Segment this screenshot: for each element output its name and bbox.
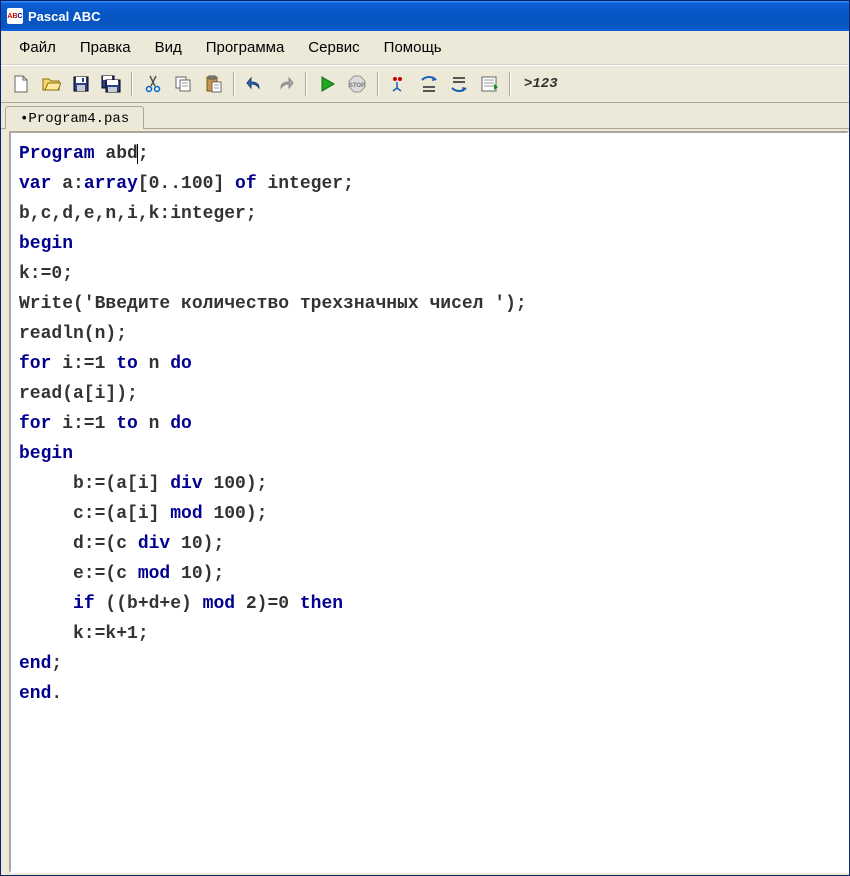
code-keyword: to: [116, 354, 138, 374]
code-keyword: begin: [19, 444, 73, 464]
menu-edit[interactable]: Правка: [70, 37, 141, 58]
code-keyword: begin: [19, 234, 73, 254]
code-text: ((b+d+e): [95, 594, 203, 614]
toolbar: STOP >123: [1, 65, 849, 103]
code-editor[interactable]: Program abd; var a:array[0..100] of inte…: [9, 131, 849, 873]
save-all-button[interactable]: [97, 70, 125, 98]
code-keyword: to: [116, 414, 138, 434]
code-text: i:=1: [51, 414, 116, 434]
code-keyword: var: [19, 174, 51, 194]
code-keyword: do: [170, 354, 192, 374]
undo-button[interactable]: [241, 70, 269, 98]
code-keyword: mod: [203, 594, 235, 614]
code-text: readln(n);: [19, 324, 127, 344]
code-keyword: mod: [138, 564, 170, 584]
code-text: 10);: [170, 564, 224, 584]
code-text: [19, 594, 73, 614]
code-keyword: end: [19, 654, 51, 674]
code-keyword: mod: [170, 504, 202, 524]
code-text: [0..100]: [138, 174, 235, 194]
breakpoint-button[interactable]: [475, 70, 503, 98]
cut-button[interactable]: [139, 70, 167, 98]
copy-button[interactable]: [169, 70, 197, 98]
code-keyword: then: [300, 594, 343, 614]
code-text: 10);: [170, 534, 224, 554]
code-text: b:=(a[i]: [19, 474, 170, 494]
code-text: k:=k+1;: [19, 624, 149, 644]
code-text: Write('Введите количество трехзначных чи…: [19, 294, 527, 314]
code-keyword: of: [235, 174, 257, 194]
code-text: a:: [51, 174, 83, 194]
code-keyword: array: [84, 174, 138, 194]
run-button[interactable]: [313, 70, 341, 98]
svg-text:STOP: STOP: [349, 83, 365, 89]
code-text: 100);: [203, 504, 268, 524]
paste-button[interactable]: [199, 70, 227, 98]
code-text: i:=1: [51, 354, 116, 374]
code-keyword: end: [19, 684, 51, 704]
code-keyword: for: [19, 414, 51, 434]
code-text: .: [51, 684, 62, 704]
tab-bar: •Program4.pas: [1, 103, 849, 129]
editor-area: Program abd; var a:array[0..100] of inte…: [1, 129, 849, 875]
code-keyword: div: [138, 534, 170, 554]
window-title: Pascal ABC: [28, 9, 101, 24]
stop-button[interactable]: STOP: [343, 70, 371, 98]
code-keyword: if: [73, 594, 95, 614]
code-text: d:=(c: [19, 534, 138, 554]
code-keyword: do: [170, 414, 192, 434]
step-into-button[interactable]: [385, 70, 413, 98]
menu-file[interactable]: Файл: [9, 37, 66, 58]
code-text: k:=0;: [19, 264, 73, 284]
goto-line-button[interactable]: >123: [517, 70, 565, 98]
code-text: ;: [51, 654, 62, 674]
app-window: ABC Pascal ABC Файл Правка Вид Программа…: [0, 0, 850, 876]
toolbar-separator: [131, 72, 133, 96]
code-text: e:=(c: [19, 564, 138, 584]
menu-help[interactable]: Помощь: [374, 37, 452, 58]
menu-service[interactable]: Сервис: [298, 37, 369, 58]
toolbar-separator: [377, 72, 379, 96]
code-text: 100);: [203, 474, 268, 494]
code-text: abd: [95, 144, 138, 164]
code-keyword: Program: [19, 144, 95, 164]
redo-button[interactable]: [271, 70, 299, 98]
app-icon: ABC: [7, 8, 23, 24]
step-out-button[interactable]: [445, 70, 473, 98]
toolbar-separator: [305, 72, 307, 96]
code-text: integer;: [257, 174, 354, 194]
new-file-button[interactable]: [7, 70, 35, 98]
code-text: n: [138, 414, 170, 434]
menu-program[interactable]: Программа: [196, 37, 295, 58]
toolbar-separator: [509, 72, 511, 96]
code-text: c:=(a[i]: [19, 504, 170, 524]
code-keyword: div: [170, 474, 202, 494]
code-text: 2)=0: [235, 594, 300, 614]
title-bar: ABC Pascal ABC: [1, 1, 849, 31]
code-text: b,c,d,e,n,i,k:integer;: [19, 204, 257, 224]
save-button[interactable]: [67, 70, 95, 98]
file-tab-active[interactable]: •Program4.pas: [5, 106, 144, 129]
open-file-button[interactable]: [37, 70, 65, 98]
toolbar-separator: [233, 72, 235, 96]
code-text: read(a[i]);: [19, 384, 138, 404]
menu-bar: Файл Правка Вид Программа Сервис Помощь: [1, 31, 849, 65]
code-text: ;: [138, 144, 149, 164]
code-text: n: [138, 354, 170, 374]
code-keyword: for: [19, 354, 51, 374]
menu-view[interactable]: Вид: [145, 37, 192, 58]
step-over-button[interactable]: [415, 70, 443, 98]
